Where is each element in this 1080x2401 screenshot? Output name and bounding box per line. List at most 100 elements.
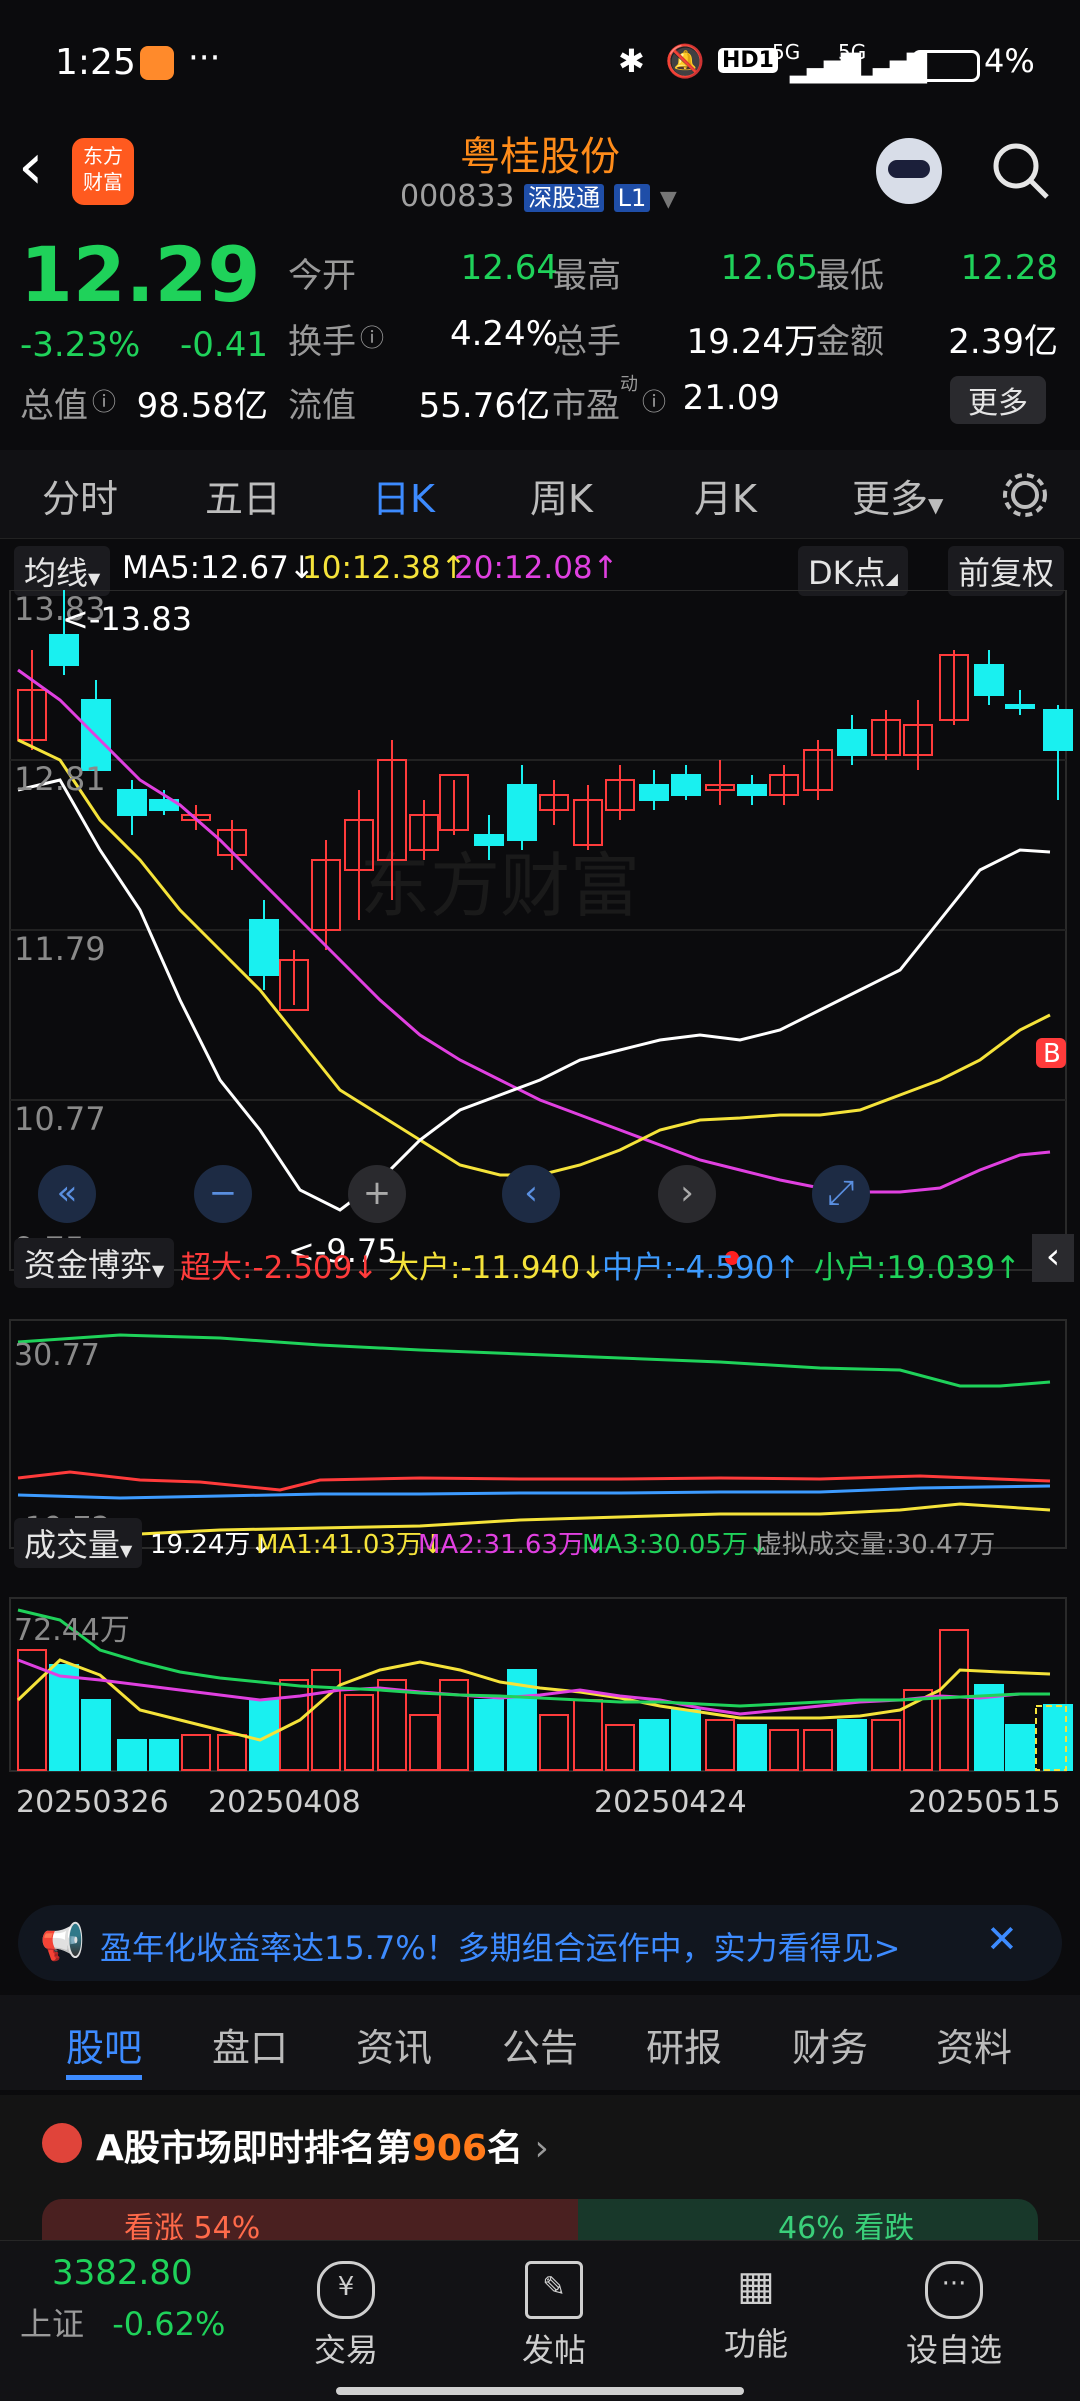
candle-body — [974, 664, 1004, 696]
more-dots-icon: ··· — [925, 2261, 983, 2319]
tab-monthly-k[interactable]: 月K — [694, 468, 757, 523]
tab-announcements[interactable]: 公告 — [502, 2017, 578, 2072]
buy-marker: B — [1043, 1039, 1061, 1069]
tab-daily-k[interactable]: 日K — [372, 468, 435, 523]
candle-body — [737, 784, 767, 796]
kline-chart-area: 均线▼ MA5:12.67↓ 10:12.38↑ 20:12.08↑ DK点◢ … — [0, 540, 1080, 1900]
low-value: 12.28 — [960, 248, 1058, 288]
small-holder-value: 小户:19.039↑ — [814, 1250, 1021, 1286]
info-icon[interactable]: ⓘ — [360, 318, 384, 353]
info-icon[interactable]: ⓘ — [92, 382, 116, 417]
bearish-bar[interactable]: 46% 看跌 — [578, 2199, 1038, 2240]
nav-watchlist-label: 设自选 — [905, 2331, 1002, 2369]
nav-watchlist[interactable]: ··· 设自选 — [874, 2261, 1034, 2371]
capital-top: 30.77 — [14, 1338, 100, 1373]
volume-bar — [837, 1719, 867, 1771]
low-label: 最低 — [816, 256, 884, 296]
date-label-3: 20250515 — [908, 1785, 1061, 1820]
tab-profile[interactable]: 资料 — [936, 2017, 1012, 2072]
app-notification-icon — [140, 46, 174, 80]
date-label-0: 20250326 — [16, 1785, 169, 1820]
more-notifications-icon: ··· — [188, 38, 221, 78]
tab-weekly-k[interactable]: 周K — [530, 468, 593, 523]
candle-body — [507, 784, 537, 841]
scroll-left-icon[interactable]: ‹ — [502, 1165, 560, 1223]
nav-functions-label: 功能 — [723, 2325, 788, 2363]
battery-level: 4% — [984, 42, 1035, 80]
level-tag: L1 — [613, 184, 651, 212]
large-holder-value: 大户:-11.940↓ — [388, 1250, 607, 1286]
settings-gear-icon[interactable] — [1000, 470, 1050, 520]
nav-trade[interactable]: ¥ 交易 — [266, 2261, 426, 2371]
volume-bar — [671, 1709, 701, 1771]
dk-point-toggle[interactable]: DK点◢ — [798, 546, 908, 596]
status-bar: 1:25 ··· ✱ 🔕 HD1 5G ▂▄▆█ 5G ▂▄▆█ 4% — [0, 0, 1080, 130]
hk-connect-tag: 深股通 — [524, 184, 605, 212]
volume-value: 19.24万 — [686, 322, 818, 362]
pe-value: 21.09 — [682, 378, 780, 418]
turnover-label: 换手 — [288, 322, 356, 362]
info-icon[interactable]: ⓘ — [642, 382, 666, 417]
volume-bar — [803, 1729, 833, 1771]
tab-intraday[interactable]: 分时 — [42, 468, 118, 523]
fast-back-icon[interactable]: « — [38, 1165, 96, 1223]
candle-body — [249, 919, 279, 976]
robot-assistant-icon[interactable] — [876, 138, 942, 204]
rank-number: 906 — [411, 2128, 488, 2169]
search-icon[interactable] — [990, 140, 1052, 202]
collapse-panel-icon[interactable]: ‹ — [1032, 1234, 1074, 1282]
candle-body — [117, 789, 147, 816]
capital-select[interactable]: 资金博弈▼ — [14, 1238, 175, 1288]
volume-select-label: 成交量 — [24, 1526, 121, 1564]
float-cap-label: 流值 — [288, 386, 356, 426]
volume-select[interactable]: 成交量▼ — [14, 1518, 143, 1568]
home-indicator — [336, 2387, 744, 2395]
index-name: 上证 — [20, 2305, 85, 2343]
indicator-select-label: 均线 — [24, 554, 89, 592]
hd-badge: HD1 — [718, 48, 778, 73]
volume-bar — [49, 1664, 79, 1771]
tab-research[interactable]: 研报 — [646, 2017, 722, 2072]
candle-body — [49, 634, 79, 666]
more-button[interactable]: 更多 — [950, 376, 1046, 424]
candlesticks — [17, 590, 1073, 1011]
ma20-label: 20:12.08↑ — [454, 550, 619, 586]
last-price: 12.29 — [20, 230, 261, 319]
promo-banner[interactable]: 📢 盈年化收益率达15.7%！多期组合运作中，实力看得见> ✕ — [18, 1905, 1062, 1981]
adjust-select[interactable]: 前复权 — [948, 546, 1065, 596]
vol-ma3-value: MA3:30.05万↓ — [582, 1530, 770, 1560]
tab-forum[interactable]: 股吧 — [66, 2017, 142, 2072]
candle-body — [474, 834, 504, 846]
tab-more[interactable]: 更多▼ — [852, 468, 943, 523]
tab-5day[interactable]: 五日 — [205, 468, 281, 523]
dk-point-label: DK点 — [808, 554, 886, 592]
volume-bar — [377, 1679, 407, 1771]
period-tabs: 分时 五日 日K 周K 月K 更多▼ — [0, 450, 1080, 539]
volume-bar — [871, 1719, 901, 1771]
nav-post[interactable]: ✎ 发帖 — [474, 2261, 634, 2371]
fullscreen-icon[interactable]: ⤢ — [812, 1165, 870, 1223]
scroll-right-icon[interactable]: › — [658, 1165, 716, 1223]
tab-financials[interactable]: 财务 — [792, 2017, 868, 2072]
nav-functions[interactable]: ▦ 功能 — [676, 2261, 836, 2365]
rank-card[interactable]: A股市场即时排名第906名 › 看涨 54% 46% 看跌 — [0, 2095, 1080, 2240]
tab-news[interactable]: 资讯 — [356, 2017, 432, 2072]
high-value: 12.65 — [720, 248, 818, 288]
capital-flow-panel: 30.77 -19.72 — [9, 1319, 1067, 1549]
capital-legend: 资金博弈▼ 超大:-2.509↓ 大户:-11.940↓ 中户:-4.590↑ … — [14, 1234, 1080, 1288]
caret-down-icon: ▼ — [120, 1541, 133, 1560]
zoom-in-icon[interactable]: + — [348, 1165, 406, 1223]
tab-orderbook[interactable]: 盘口 — [212, 2017, 288, 2072]
indicator-select[interactable]: 均线▼ — [14, 546, 111, 596]
corner-icon: ◢ — [885, 569, 898, 588]
bullish-bar[interactable]: 看涨 54% — [42, 2199, 578, 2240]
open-value: 12.64 — [460, 248, 558, 288]
volume-bar — [705, 1719, 735, 1771]
zoom-out-icon[interactable]: − — [194, 1165, 252, 1223]
index-ticker[interactable]: 3382.80 上证 -0.62% — [20, 2253, 260, 2345]
stock-code-line[interactable]: 000833 深股通 L1 ▼ — [400, 178, 700, 214]
close-icon[interactable]: ✕ — [986, 1917, 1018, 1961]
watermark-logo: 东方财富 — [360, 845, 640, 927]
volume-bar — [605, 1724, 635, 1771]
rank-text: A股市场即时排名第906名 › — [96, 2119, 549, 2171]
